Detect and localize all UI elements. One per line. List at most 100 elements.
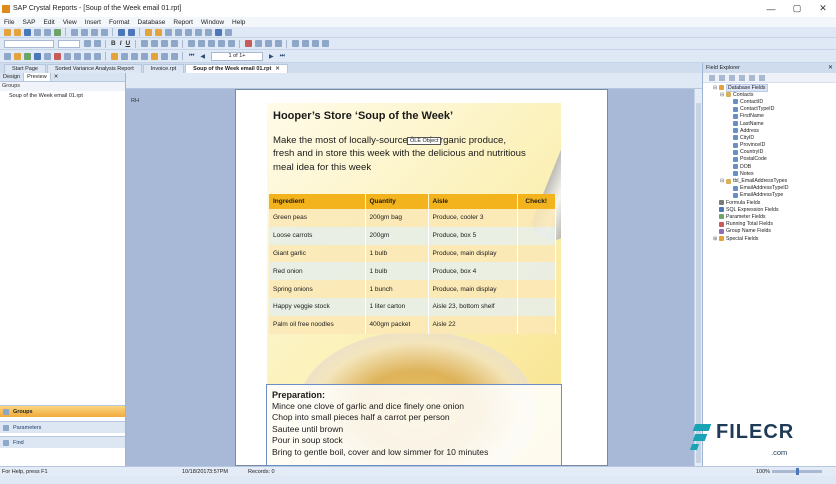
export-icon[interactable] — [53, 28, 61, 36]
hierarchy-icon[interactable] — [120, 52, 128, 60]
field-explorer-icon[interactable] — [184, 28, 192, 36]
search-icon[interactable] — [224, 28, 232, 36]
previous-page-icon[interactable]: ◀ — [200, 53, 205, 60]
refresh-icon[interactable] — [170, 52, 178, 60]
underline-button[interactable]: U — [126, 40, 131, 47]
print-preview-icon[interactable] — [43, 28, 51, 36]
menu-help[interactable]: Help — [228, 19, 249, 26]
font-name-select[interactable] — [4, 39, 54, 48]
expand-toggle-icon[interactable]: ⊞ — [713, 236, 718, 242]
decimal-add-icon[interactable] — [217, 40, 225, 47]
edit-field-icon[interactable] — [739, 74, 745, 81]
field-tree-item[interactable]: ⊞ Special Fields — [703, 235, 836, 242]
tab-invoice[interactable]: Invoice.rpt — [142, 64, 185, 73]
menu-view[interactable]: View — [59, 19, 81, 26]
bold-button[interactable]: B — [111, 40, 116, 47]
field-tree-item[interactable]: ⊟ tbl_EmailAddressTypes — [703, 177, 836, 184]
tab-design[interactable]: Design — [0, 73, 25, 81]
sort-icon[interactable] — [154, 28, 162, 36]
insert-chart-icon[interactable] — [53, 52, 61, 60]
thousands-icon[interactable] — [197, 40, 205, 47]
paste-icon[interactable] — [90, 28, 98, 36]
new-field-icon[interactable] — [729, 74, 735, 81]
menu-sap[interactable]: SAP — [18, 19, 39, 26]
formula-workshop-icon[interactable] — [150, 52, 158, 60]
field-tree-item[interactable]: EmailAddressTypeID — [703, 185, 836, 192]
border-icon[interactable] — [254, 40, 262, 47]
field-tree-item[interactable]: Address — [703, 127, 836, 134]
insert-olap-icon[interactable] — [43, 52, 51, 60]
insert-summary-icon[interactable] — [23, 52, 31, 60]
field-tree-item[interactable]: FirstName — [703, 113, 836, 120]
menu-format[interactable]: Format — [105, 19, 134, 26]
field-tree-item[interactable]: Group Name Fields — [703, 228, 836, 235]
rename-field-icon[interactable] — [749, 74, 755, 81]
insert-line-icon[interactable] — [83, 52, 91, 60]
hyperlink-icon[interactable] — [311, 40, 319, 47]
copy-icon[interactable] — [80, 28, 88, 36]
repository-icon[interactable] — [204, 28, 212, 36]
align-right-icon[interactable] — [160, 40, 168, 47]
format-icon[interactable] — [301, 40, 309, 47]
italic-button[interactable]: I — [120, 40, 122, 47]
field-tree-item[interactable]: Running Total Fields — [703, 221, 836, 228]
tab-start-page[interactable]: Start Page — [4, 64, 46, 73]
insert-text-icon[interactable] — [3, 52, 11, 60]
align-center-icon[interactable] — [150, 40, 158, 47]
style-icon[interactable] — [321, 40, 329, 47]
new-icon[interactable] — [3, 28, 11, 36]
shrink-font-icon[interactable] — [93, 40, 101, 47]
menu-report[interactable]: Report — [169, 19, 197, 26]
field-tree-item[interactable]: Parameter Fields — [703, 213, 836, 220]
cut-icon[interactable] — [70, 28, 78, 36]
expand-toggle-icon[interactable]: ⊟ — [713, 85, 718, 91]
expand-toggle-icon[interactable]: ⊟ — [720, 92, 725, 98]
groups-button[interactable]: Groups — [0, 405, 125, 417]
menu-database[interactable]: Database — [134, 19, 170, 26]
field-tree-item[interactable]: ⊟ Database Fields — [703, 83, 836, 92]
field-tree-item[interactable]: Notes — [703, 170, 836, 177]
insert-to-report-icon[interactable] — [709, 74, 715, 81]
tab-preview[interactable]: Preview — [24, 73, 51, 81]
align-left-icon[interactable] — [140, 40, 148, 47]
zoom-slider-knob[interactable] — [796, 468, 799, 475]
insert-map-icon[interactable] — [63, 52, 71, 60]
group-tree-item[interactable]: Soup of the Week email 01.rpt — [0, 91, 125, 101]
redo-icon[interactable] — [127, 28, 135, 36]
section-expert-icon[interactable] — [291, 40, 299, 47]
menu-file[interactable]: File — [0, 19, 18, 26]
scrollbar-thumb[interactable] — [696, 103, 701, 463]
format-painter-icon[interactable] — [100, 28, 108, 36]
save-icon[interactable] — [23, 28, 31, 36]
field-tree-item[interactable]: CityID — [703, 134, 836, 141]
parameters-button[interactable]: Parameters — [0, 421, 125, 433]
suppress-icon[interactable] — [274, 40, 282, 47]
undo-icon[interactable] — [117, 28, 125, 36]
percent-icon[interactable] — [207, 40, 215, 47]
justify-icon[interactable] — [170, 40, 178, 47]
zoom-slider[interactable] — [772, 468, 822, 475]
print-icon[interactable] — [33, 28, 41, 36]
insert-crosstab-icon[interactable] — [33, 52, 41, 60]
insert-box-icon[interactable] — [93, 52, 101, 60]
delete-field-icon[interactable] — [759, 74, 765, 81]
tab-soup-of-the-week[interactable]: Soup of the Week email 01.rpt ✕ — [185, 64, 288, 73]
next-page-icon[interactable]: ▶ — [269, 53, 274, 60]
close-preview-icon[interactable]: ✕ — [51, 73, 62, 81]
menu-insert[interactable]: Insert — [81, 19, 105, 26]
expand-toggle-icon[interactable]: ⊟ — [720, 178, 725, 184]
menu-edit[interactable]: Edit — [40, 19, 59, 26]
group-icon[interactable] — [144, 28, 152, 36]
field-tree-item[interactable]: DOB — [703, 163, 836, 170]
report-explorer-icon[interactable] — [194, 28, 202, 36]
field-tree-item[interactable]: SQL Expression Fields — [703, 206, 836, 213]
menu-window[interactable]: Window — [197, 19, 228, 26]
field-tree-item[interactable]: ContactID — [703, 98, 836, 105]
last-page-icon[interactable]: ⏭ — [280, 53, 285, 60]
insert-picture-icon[interactable] — [73, 52, 81, 60]
lock-format-icon[interactable] — [264, 40, 272, 47]
first-page-icon[interactable]: ⏮ — [189, 53, 194, 60]
currency-icon[interactable] — [187, 40, 195, 47]
insert-group-icon[interactable] — [13, 52, 21, 60]
preparation-box[interactable]: Preparation: Mince one clove of garlic a… — [266, 384, 562, 466]
